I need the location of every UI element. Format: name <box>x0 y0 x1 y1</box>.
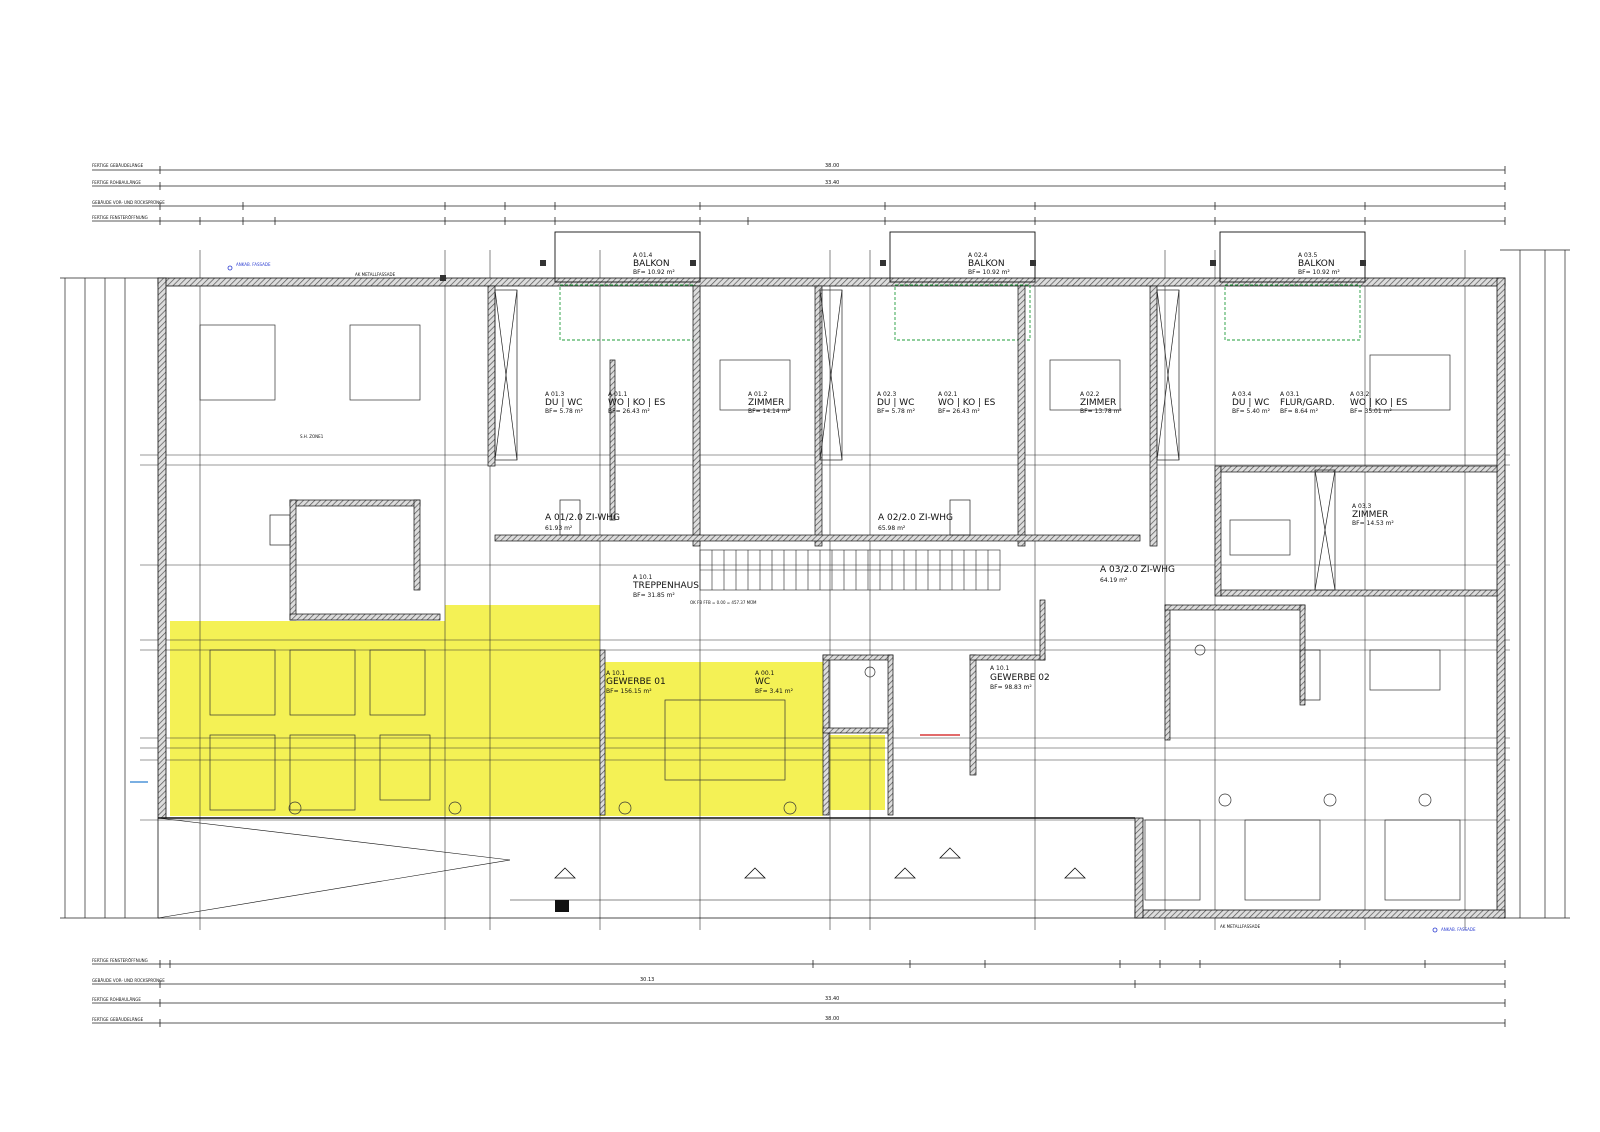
balkon-2-id: A 02.4 <box>968 252 988 259</box>
wc-area: BF= 3.41 m² <box>755 688 794 695</box>
a01-zimmer-area: BF= 14.14 m² <box>748 408 790 415</box>
a03-whg-name: A 03/2.0 ZI-WHG <box>1100 565 1175 575</box>
a02-woko-name: WO | KO | ES <box>938 398 996 408</box>
floor-plan: FERTIGE GEBÄUDELÄNGE 38.00 FERTIGE ROHBA… <box>60 163 1570 1027</box>
a02-zimmer-id: A 02.2 <box>1080 391 1100 398</box>
a01-zimmer-id: A 01.2 <box>748 391 768 398</box>
a01-zimmer-name: ZIMMER <box>748 398 784 408</box>
balkon-1-area: BF= 10.92 m² <box>633 269 675 276</box>
balkon-1-id: A 01.4 <box>633 252 653 259</box>
fassade-bottom-note: ANKAB. FASSADE <box>1441 927 1476 932</box>
dim-total-top-1: 38.00 <box>825 163 839 169</box>
a02-woko-area: BF= 26.43 m² <box>938 408 980 415</box>
wc-id: A 00.1 <box>755 670 775 677</box>
dim-label-top-2: FERTIGE ROHBAULÄNGE <box>92 180 141 185</box>
a01-whg-area: 61.93 m² <box>545 525 573 532</box>
outer-walls <box>157 277 1506 919</box>
balkon-3-id: A 03.5 <box>1298 252 1318 259</box>
a02-whg-area: 65.98 m² <box>878 525 906 532</box>
metall-bottom-note: AK METALLFASSADE <box>1220 924 1261 929</box>
gewerbe01-id: A 10.1 <box>606 670 626 677</box>
a03-zimmer-id: A 03.3 <box>1352 503 1372 510</box>
dim-total-bottom-2: 30.13 <box>640 977 654 983</box>
balkon-3-area: BF= 10.92 m² <box>1298 269 1340 276</box>
a02-duwc-area: BF= 5.78 m² <box>877 408 916 415</box>
a02-duwc-name: DU | WC <box>877 398 914 408</box>
balkon-1-name: BALKON <box>633 259 670 269</box>
metall-top-note: AK METALLFASSADE <box>355 272 396 277</box>
a02-duwc-id: A 02.3 <box>877 391 897 398</box>
a03-woko-id: A 03.2 <box>1350 391 1370 398</box>
vent-markers <box>554 847 1086 879</box>
treppenhaus-area: BF= 31.85 m² <box>633 592 675 599</box>
gewerbe01-area: BF= 156.15 m² <box>606 688 652 695</box>
staircase <box>699 549 1001 591</box>
dim-total-bottom-4: 38.00 <box>825 1016 839 1022</box>
a03-zimmer-name: ZIMMER <box>1352 510 1388 520</box>
a03-whg-area: 64.19 m² <box>1100 577 1128 584</box>
balkon-3-name: BALKON <box>1298 259 1335 269</box>
a03-duwc-name: DU | WC <box>1232 398 1269 408</box>
dim-total-bottom-3: 33.40 <box>825 996 839 1002</box>
a01-woko-name: WO | KO | ES <box>608 398 666 408</box>
gewerbe01-name: GEWERBE 01 <box>606 677 666 687</box>
wc-name: WC <box>755 677 770 687</box>
bottom-dimension-rows <box>92 963 1505 1024</box>
gewerbe02-name: GEWERBE 02 <box>990 673 1050 683</box>
dim-label-bottom-3: FERTIGE ROHBAULÄNGE <box>92 997 141 1002</box>
ok-ffb-note: OK FB FFB = 0.00 = 457.37 MÜM <box>690 600 757 605</box>
a03-flur-area: BF= 8.64 m² <box>1280 408 1319 415</box>
gewerbe02-id: A 10.1 <box>990 665 1010 672</box>
a01-duwc-id: A 01.3 <box>545 391 565 398</box>
balkon-2-name: BALKON <box>968 259 1005 269</box>
dim-total-top-2: 33.40 <box>825 180 839 186</box>
a01-duwc-area: BF= 5.78 m² <box>545 408 584 415</box>
gewerbe-01-highlight <box>170 605 885 816</box>
notes: ANKAB. FASSADE AK METALLFASSADE ANKAB. F… <box>227 262 1476 933</box>
a02-zimmer-name: ZIMMER <box>1080 398 1116 408</box>
a02-zimmer-area: BF= 13.78 m² <box>1080 408 1122 415</box>
treppenhaus-id: A 10.1 <box>633 574 653 581</box>
a02-whg-name: A 02/2.0 ZI-WHG <box>878 513 953 523</box>
a03-woko-name: WO | KO | ES <box>1350 398 1408 408</box>
a03-duwc-area: BF= 5.40 m² <box>1232 408 1271 415</box>
a01-woko-id: A 01.1 <box>608 391 628 398</box>
a01-woko-area: BF= 26.43 m² <box>608 408 650 415</box>
top-dimension-rows <box>92 169 1505 222</box>
a02-woko-id: A 02.1 <box>938 391 958 398</box>
dim-label-bottom-2: GEBÄUDE VOR- UND RÜCKSPRÜNGE <box>92 978 165 983</box>
a01-duwc-name: DU | WC <box>545 398 582 408</box>
dim-label-bottom-4: FERTIGE GEBÄUDELÄNGE <box>92 1017 144 1022</box>
top-dimension-ticks <box>159 166 1506 225</box>
column-marker <box>555 900 569 912</box>
zone-label: S.H. ZONE1 <box>300 434 324 439</box>
a01-whg-name: A 01/2.0 ZI-WHG <box>545 513 620 523</box>
a03-duwc-id: A 03.4 <box>1232 391 1252 398</box>
gewerbe02-area: BF= 98.83 m² <box>990 684 1032 691</box>
a03-flur-name: FLUR/GARD. <box>1280 398 1335 408</box>
fassade-top-note: ANKAB. FASSADE <box>236 262 271 267</box>
dim-label-top-3: GEBÄUDE VOR- UND RÜCKSPRÜNGE <box>92 200 165 205</box>
dim-label-top-1: FERTIGE GEBÄUDELÄNGE <box>92 163 144 168</box>
a03-flur-id: A 03.1 <box>1280 391 1300 398</box>
a03-zimmer-area: BF= 14.53 m² <box>1352 520 1394 527</box>
a03-woko-area: BF= 35.01 m² <box>1350 408 1392 415</box>
treppenhaus-name: TREPPENHAUS <box>632 581 699 591</box>
dim-label-bottom-1: FERTIGE FENSTERÖFFNUNG <box>92 958 148 963</box>
dim-label-top-4: FERTIGE FENSTERÖFFNUNG <box>92 215 148 220</box>
balkon-2-area: BF= 10.92 m² <box>968 269 1010 276</box>
